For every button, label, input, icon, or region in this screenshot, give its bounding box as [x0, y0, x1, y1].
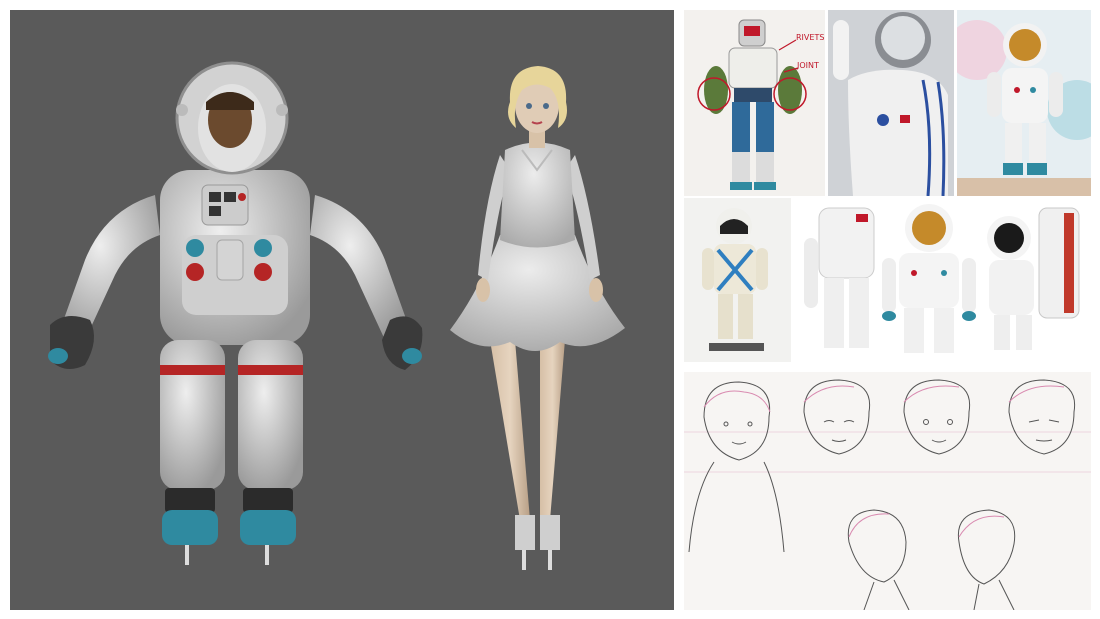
woman-model[interactable] — [450, 66, 625, 570]
reference-photo-astronaut-waving — [828, 10, 954, 196]
reference-photo-harness-astronaut — [684, 198, 791, 362]
viewport-canvas — [48, 61, 625, 570]
three-astronaut-toys-graphic — [804, 204, 1080, 353]
astronaut-waving-graphic — [833, 12, 948, 196]
reference-photo-gold-visor-astronaut — [957, 10, 1091, 196]
annotation-joint: JOINT — [796, 61, 819, 70]
reference-photo-toy-figure: RIVETS JOINT — [684, 10, 825, 196]
annotation-rivets: RIVETS — [796, 33, 824, 42]
astronaut-model[interactable] — [48, 61, 423, 565]
toy-figure-graphic: RIVETS JOINT — [697, 19, 824, 190]
gold-visor-astronaut-graphic — [957, 20, 1091, 196]
sketch-drawings — [684, 379, 1091, 610]
character-sketch-sheet — [684, 372, 1091, 610]
viewport-3d[interactable] — [10, 10, 674, 610]
reference-photo-three-astronaut-toys — [794, 198, 1091, 362]
harness-astronaut-graphic — [702, 208, 768, 351]
